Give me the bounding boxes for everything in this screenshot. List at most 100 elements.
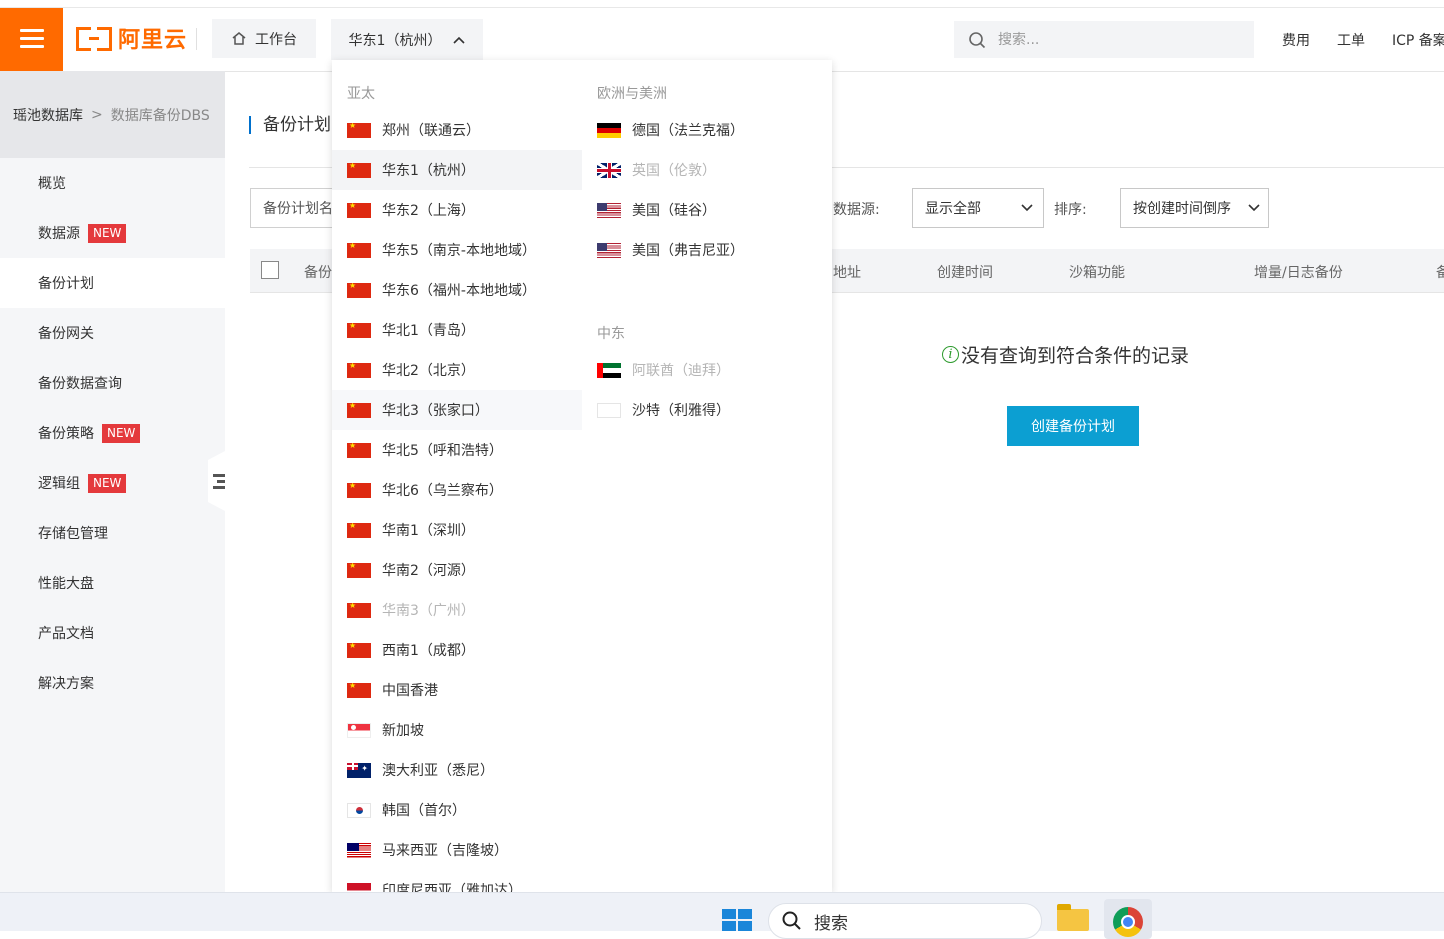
datasource-select-value: 显示全部 [925,201,981,217]
flag-cn-icon [347,162,371,178]
flag-cn-icon [347,562,371,578]
region-option[interactable]: 华南2（河源） [332,550,582,590]
flag-sg-icon [347,722,371,738]
sidebar-item-backup-query[interactable]: 备份数据查询 [0,358,225,408]
flag-cn-icon [347,202,371,218]
region-option-label: 华南2（河源） [382,563,475,579]
select-all-checkbox[interactable] [261,261,279,279]
region-option-label: 英国（伦敦） [632,163,716,179]
flag-cn-icon [347,442,371,458]
region-option[interactable]: 华北3（张家口） [332,390,582,430]
region-option-label: 新加坡 [382,723,424,739]
file-explorer-icon[interactable] [1057,904,1089,931]
group-title-europe-americas: 欧洲与美洲 [597,86,667,102]
flag-de-icon [597,122,621,138]
region-option[interactable]: 华南1（深圳） [332,510,582,550]
breadcrumb-root[interactable]: 瑶池数据库 [13,105,83,125]
sidebar-item-overview[interactable]: 概览 [0,158,225,208]
create-backup-plan-button[interactable]: 创建备份计划 [1007,406,1139,446]
region-option[interactable]: 华东2（上海） [332,190,582,230]
sidebar-collapse-handle[interactable] [208,451,225,511]
flag-cn-icon [347,682,371,698]
region-option[interactable]: 德国（法兰克福） [582,110,832,150]
sidebar-item-storage-package[interactable]: 存储包管理 [0,508,225,558]
region-option[interactable]: 马来西亚（吉隆坡） [332,830,582,870]
sidebar-item-datasource[interactable]: 数据源 NEW [0,208,225,258]
taskbar-search[interactable]: 搜索 [768,903,1042,939]
region-selector-label: 华东1（杭州） [348,32,442,49]
collapse-icon-bar [217,480,225,483]
region-option[interactable]: 新加坡 [332,710,582,750]
sidebar-item-label: 备份策略 [38,426,94,442]
global-search[interactable] [954,21,1254,58]
flag-cn-icon [347,482,371,498]
flag-cn-icon [347,362,371,378]
flag-id-icon [347,882,371,892]
region-option-label: 华南1（深圳） [382,523,475,539]
aliyun-logo[interactable]: 阿里云 [76,24,187,53]
sidebar-item-backup-gateway[interactable]: 备份网关 [0,308,225,358]
region-option[interactable]: 华北5（呼和浩特） [332,430,582,470]
region-option[interactable]: 西南1（成都） [332,630,582,670]
region-option[interactable]: 印度尼西亚（雅加达） [332,870,582,892]
ticket-link[interactable]: 工单 [1337,30,1365,50]
sidebar-item-backup-policy[interactable]: 备份策略 NEW [0,408,225,458]
region-option-label: 美国（弗吉尼亚） [632,243,744,259]
top-divider [0,7,1444,8]
region-dropdown: 亚太 欧洲与美洲 中东 郑州（联通云） 华东1（杭州） 华东2（上海） 华东5（南京-… [332,60,832,892]
region-option[interactable]: 华东1（杭州） [332,150,582,190]
info-icon: i [942,346,959,363]
region-selector[interactable]: 华东1（杭州） [331,19,483,60]
region-option[interactable]: 英国（伦敦） [582,150,832,190]
datasource-select[interactable]: 显示全部 [912,188,1044,228]
icp-link[interactable]: ICP 备案 [1392,30,1444,50]
column-header-name: 备份 [304,265,332,281]
sidebar-item-label: 备份数据查询 [38,376,122,392]
region-option-label: 华北6（乌兰察布） [382,483,503,499]
region-option-label: 华东6（福州-本地地域） [382,283,536,299]
hamburger-menu-button[interactable] [0,8,63,71]
flag-sa-icon [597,402,621,418]
region-option[interactable]: 华北1（青岛） [332,310,582,350]
region-option[interactable]: 美国（硅谷） [582,190,832,230]
page-title: 备份计划 [249,116,331,134]
region-option[interactable]: 美国（弗吉尼亚） [582,230,832,270]
sidebar-item-docs[interactable]: 产品文档 [0,608,225,658]
billing-link[interactable]: 费用 [1282,30,1310,50]
region-option[interactable]: 华南3（广州） [332,590,582,630]
os-taskbar: 搜索 [0,892,1444,939]
region-option[interactable]: 郑州（联通云） [332,110,582,150]
chrome-taskbar-button[interactable] [1104,899,1152,939]
empty-state-text: 没有查询到符合条件的记录 [961,345,1190,367]
region-option[interactable]: 阿联酋（迪拜） [582,350,832,390]
region-option[interactable]: 沙特（利雅得） [582,390,832,430]
windows-start-icon[interactable] [722,909,752,931]
region-option[interactable]: 华北6（乌兰察布） [332,470,582,510]
breadcrumb-separator: > [91,106,103,123]
flag-kr-icon [347,802,371,818]
sidebar-item-logical-group[interactable]: 逻辑组 NEW [0,458,225,508]
chevron-up-icon [453,36,466,44]
sidebar-item-solutions[interactable]: 解决方案 [0,658,225,708]
region-option[interactable]: 中国香港 [332,670,582,710]
logo-divider [196,28,197,50]
sidebar-item-label: 逻辑组 [38,476,80,492]
region-option-label: 沙特（利雅得） [632,403,730,419]
sidebar-item-backup-plan[interactable]: 备份计划 [0,258,225,308]
region-option[interactable]: 华东5（南京-本地地域） [332,230,582,270]
sort-select[interactable]: 按创建时间倒序 [1120,188,1269,228]
group-title-middle-east: 中东 [597,326,625,342]
region-option[interactable]: 澳大利亚（悉尼） [332,750,582,790]
chevron-down-icon [1021,204,1033,212]
region-option-label: 韩国（首尔） [382,803,466,819]
sidebar-item-performance[interactable]: 性能大盘 [0,558,225,608]
home-icon [232,32,246,45]
region-option[interactable]: 华北2（北京） [332,350,582,390]
menu-icon-bar [20,37,44,40]
search-input[interactable] [996,30,1220,49]
region-option[interactable]: 华东6（福州-本地地域） [332,270,582,310]
region-option-label: 华北3（张家口） [382,403,489,419]
workbench-button[interactable]: 工作台 [212,19,316,58]
flag-us-icon [597,242,621,258]
region-option[interactable]: 韩国（首尔） [332,790,582,830]
